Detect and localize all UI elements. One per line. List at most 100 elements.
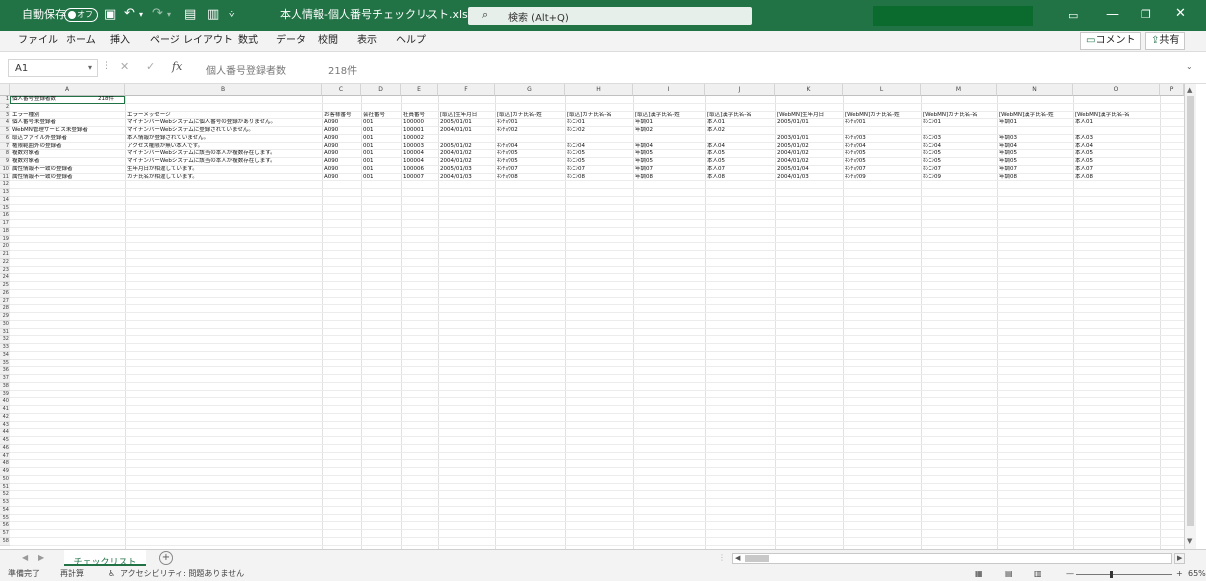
header-cell[interactable]: [取込]漢字氏名-姓 bbox=[635, 112, 680, 119]
data-cell[interactable]: 年調02 bbox=[635, 127, 653, 134]
row-header[interactable]: 23 bbox=[0, 266, 10, 275]
row-header[interactable]: 54 bbox=[0, 506, 10, 515]
page-break-view-icon[interactable]: ▥ bbox=[1034, 567, 1042, 581]
formula-input[interactable]: 個人番号登録者数 218件 bbox=[196, 59, 1186, 77]
column-header-j[interactable]: J bbox=[705, 84, 775, 96]
column-header-m[interactable]: M bbox=[921, 84, 997, 96]
row-header[interactable]: 12 bbox=[0, 181, 10, 189]
data-cell[interactable]: WebMN管理サービス未登録者 bbox=[12, 127, 88, 134]
zoom-out-icon[interactable]: — bbox=[1066, 567, 1074, 581]
tab-review[interactable]: 校閲 bbox=[318, 34, 338, 48]
column-header-n[interactable]: N bbox=[997, 84, 1073, 96]
tab-formulas[interactable]: 数式 bbox=[238, 34, 258, 48]
tab-data[interactable]: データ bbox=[276, 34, 306, 48]
minimize-icon[interactable]: — bbox=[1106, 7, 1119, 23]
data-cell[interactable]: 2005/01/02 bbox=[777, 143, 809, 150]
row-header[interactable]: 11 bbox=[0, 173, 10, 182]
data-cell[interactable]: ﾎﾝﾆﾝ09 bbox=[923, 174, 941, 181]
header-cell[interactable]: [取込]カナ氏名-名 bbox=[567, 112, 612, 119]
data-cell[interactable]: ﾎﾝﾆﾝ03 bbox=[923, 135, 941, 142]
data-cell[interactable]: マイナンバーWebシステムに該当の本人が複数存在します。 bbox=[127, 150, 276, 157]
data-cell[interactable]: ﾈﾝﾁｮｳ05 bbox=[845, 150, 866, 157]
row-header[interactable]: 13 bbox=[0, 189, 10, 197]
row-header[interactable]: 16 bbox=[0, 212, 10, 220]
data-cell[interactable]: ﾈﾝﾁｮｳ07 bbox=[497, 166, 518, 173]
data-cell[interactable]: 001 bbox=[363, 166, 374, 173]
row-header[interactable]: 48 bbox=[0, 460, 10, 468]
data-cell[interactable]: 100000 bbox=[403, 119, 424, 126]
data-cell[interactable]: ﾎﾝﾆﾝ04 bbox=[923, 143, 941, 150]
data-cell[interactable]: 001 bbox=[363, 119, 374, 126]
data-cell[interactable]: 本人05 bbox=[707, 150, 725, 157]
search-box[interactable]: ⌕ 検索 (Alt+Q) bbox=[468, 7, 752, 25]
data-cell[interactable]: 個人番号未登録者 bbox=[12, 119, 56, 126]
data-cell[interactable]: 本人05 bbox=[1075, 158, 1093, 165]
row-header[interactable]: 18 bbox=[0, 227, 10, 236]
insert-function-icon[interactable]: fx bbox=[172, 60, 182, 73]
column-header-e[interactable]: E bbox=[401, 84, 438, 96]
name-box-chevron-icon[interactable]: ▾ bbox=[88, 63, 92, 72]
column-header-b[interactable]: B bbox=[125, 84, 322, 96]
scroll-down-icon[interactable]: ▼ bbox=[1187, 537, 1192, 545]
cancel-entry-icon[interactable]: ✕ bbox=[120, 60, 129, 73]
data-cell[interactable]: ﾈﾝﾁｮｳ07 bbox=[845, 166, 866, 173]
data-cell[interactable]: 本人07 bbox=[707, 166, 725, 173]
data-cell[interactable]: 本人02 bbox=[707, 127, 725, 134]
zoom-slider-thumb[interactable] bbox=[1110, 571, 1113, 578]
file-name[interactable]: 本人情報-個人番号チェックリスト.xlsx bbox=[280, 7, 474, 23]
prev-sheet-icon[interactable]: ◀ bbox=[22, 553, 28, 562]
data-cell[interactable]: 001 bbox=[363, 127, 374, 134]
redo-icon[interactable]: ↷ bbox=[152, 6, 163, 22]
data-cell[interactable]: 本人07 bbox=[1075, 166, 1093, 173]
data-cell[interactable]: 本人01 bbox=[1075, 119, 1093, 126]
row-header[interactable]: 41 bbox=[0, 406, 10, 414]
formula-bar-grip-icon[interactable]: ⋮ bbox=[102, 61, 111, 71]
column-header-i[interactable]: I bbox=[633, 84, 705, 96]
data-cell[interactable]: アクセス権限が無い本人です。 bbox=[127, 143, 203, 150]
add-sheet-button[interactable]: + bbox=[159, 551, 173, 565]
sheet-tab-splitter-icon[interactable]: ⋮ bbox=[718, 553, 726, 562]
row-header[interactable]: 8 bbox=[0, 150, 10, 158]
row-header[interactable]: 40 bbox=[0, 398, 10, 406]
data-cell[interactable]: 年調04 bbox=[635, 143, 653, 150]
column-header-g[interactable]: G bbox=[495, 84, 565, 96]
data-cell[interactable]: ﾎﾝﾆﾝ07 bbox=[567, 166, 585, 173]
data-cell[interactable]: 複数対象者 bbox=[12, 158, 40, 165]
column-header-k[interactable]: K bbox=[775, 84, 843, 96]
zoom-level[interactable]: 65% bbox=[1188, 567, 1206, 581]
data-cell[interactable]: A090 bbox=[324, 143, 338, 150]
data-cell[interactable]: 本人08 bbox=[1075, 174, 1093, 181]
data-cell[interactable]: 2003/01/01 bbox=[777, 135, 809, 142]
data-cell[interactable]: ﾈﾝﾁｮｳ03 bbox=[845, 135, 866, 142]
sheet-tab-checklist[interactable]: チェックリスト bbox=[64, 550, 146, 568]
row-header[interactable]: 21 bbox=[0, 251, 10, 259]
row-header[interactable]: 55 bbox=[0, 514, 10, 523]
data-cell[interactable]: 2004/01/02 bbox=[777, 158, 809, 165]
select-all-corner[interactable] bbox=[0, 84, 10, 96]
share-button[interactable]: ⇪共有 bbox=[1145, 32, 1186, 50]
header-cell[interactable]: お客様番号 bbox=[324, 112, 352, 119]
data-cell[interactable]: 100006 bbox=[403, 166, 424, 173]
header-cell[interactable]: 会社番号 bbox=[363, 112, 385, 119]
row-header[interactable]: 14 bbox=[0, 196, 10, 205]
data-cell[interactable]: ﾎﾝﾆﾝ02 bbox=[567, 127, 585, 134]
row-header[interactable]: 2 bbox=[0, 103, 10, 112]
row-header[interactable]: 50 bbox=[0, 475, 10, 484]
row-header[interactable]: 53 bbox=[0, 499, 10, 507]
row-header[interactable]: 19 bbox=[0, 235, 10, 244]
data-cell[interactable]: 本人08 bbox=[707, 174, 725, 181]
header-cell[interactable]: エラー種別 bbox=[12, 112, 40, 119]
data-cell[interactable]: ﾈﾝﾁｮｳ05 bbox=[497, 150, 518, 157]
data-cell[interactable]: 年調05 bbox=[635, 150, 653, 157]
row-header[interactable]: 47 bbox=[0, 452, 10, 461]
data-cell[interactable]: 本人05 bbox=[707, 158, 725, 165]
status-accessibility[interactable]: アクセシビリティ: 問題ありません bbox=[120, 567, 244, 581]
column-header-c[interactable]: C bbox=[322, 84, 361, 96]
undo-icon[interactable]: ↶ bbox=[124, 6, 135, 22]
data-cell[interactable]: ﾈﾝﾁｮｳ05 bbox=[845, 158, 866, 165]
row-header[interactable]: 20 bbox=[0, 243, 10, 251]
data-cell[interactable]: 100002 bbox=[403, 135, 424, 142]
cell-b1-value[interactable]: 218件 bbox=[98, 96, 114, 103]
row-header[interactable]: 5 bbox=[0, 127, 10, 135]
row-header[interactable]: 9 bbox=[0, 158, 10, 166]
